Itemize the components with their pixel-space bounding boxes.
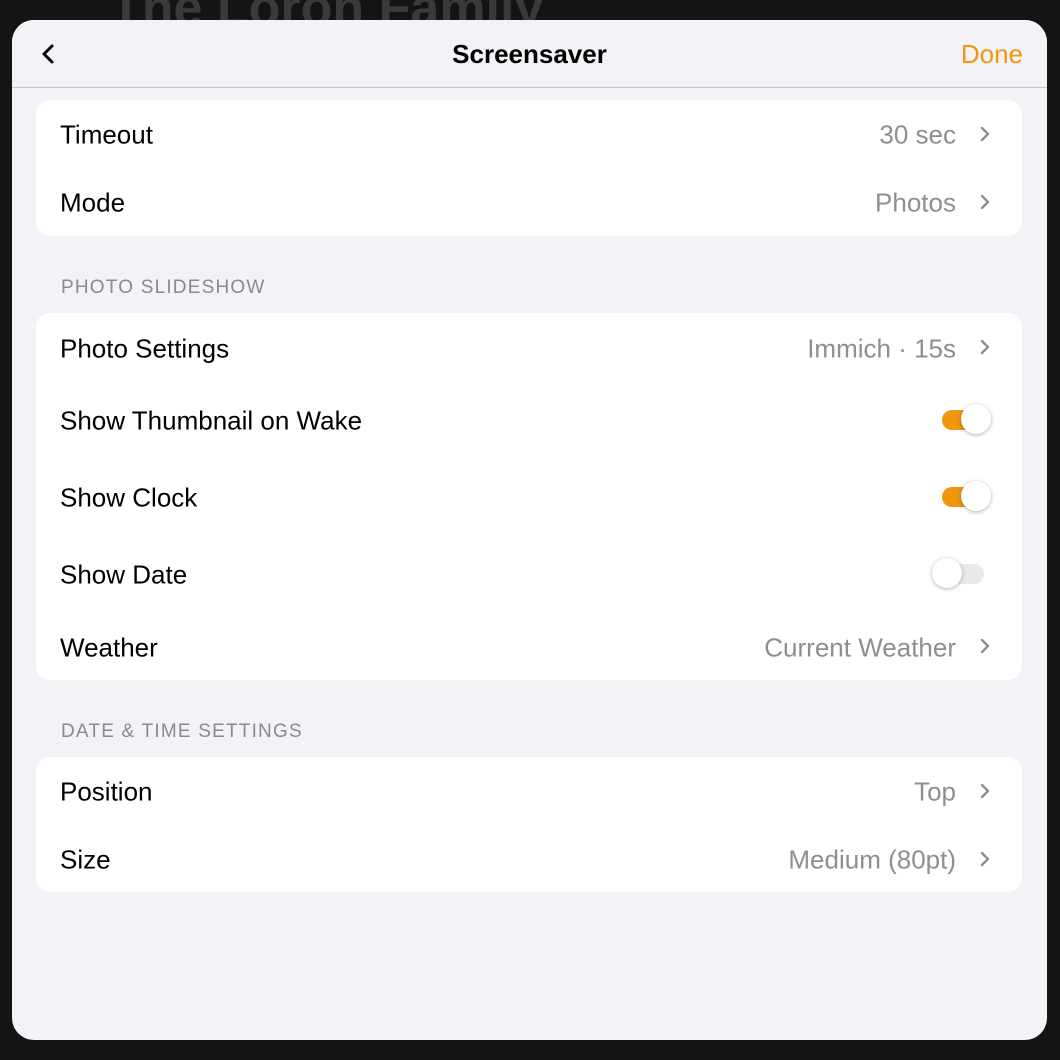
mode-label: Mode [60,187,126,218]
chevron-right-icon [980,339,990,355]
toggle-knob [961,481,991,511]
chevron-right-icon [980,194,990,210]
photo-slideshow-header: PHOTO SLIDESHOW [61,277,266,298]
show-thumbnail-toggle[interactable] [938,402,994,438]
weather-row[interactable]: Weather Current Weather [36,614,1022,680]
show-thumbnail-label: Show Thumbnail on Wake [60,405,363,436]
show-thumbnail-row: Show Thumbnail on Wake [36,383,1022,460]
mode-value: Photos [875,187,956,218]
position-row[interactable]: Position Top [36,757,1022,825]
show-clock-toggle[interactable] [938,479,994,515]
weather-label: Weather [60,632,158,663]
photo-slideshow-group: Photo Settings Immich · 15s Show Thumbna… [36,313,1022,680]
show-date-row: Show Date [36,537,1022,614]
toggle-knob [932,558,962,588]
timeout-row[interactable]: Timeout 30 sec [36,100,1022,168]
size-row[interactable]: Size Medium (80pt) [36,825,1022,892]
done-button[interactable]: Done [961,39,1023,70]
page-title: Screensaver [452,39,607,69]
position-value: Top [914,776,956,807]
show-clock-label: Show Clock [60,482,198,513]
general-settings-group: Timeout 30 sec Mode Photos [36,100,1022,236]
show-clock-row: Show Clock [36,460,1022,537]
chevron-right-icon [980,851,990,867]
date-time-settings-group: Position Top Size Medium (80pt) [36,757,1022,892]
size-value: Medium (80pt) [788,844,956,875]
date-time-settings-header: DATE & TIME SETTINGS [61,721,303,742]
toggle-knob [961,404,991,434]
chevron-right-icon [980,783,990,799]
show-date-toggle[interactable] [932,556,994,592]
screensaver-settings-sheet: Screensaver Done Timeout 30 sec Mode Pho… [12,20,1047,1040]
show-date-label: Show Date [60,559,188,590]
photo-settings-label: Photo Settings [60,333,230,364]
position-label: Position [60,776,153,807]
timeout-label: Timeout [60,119,153,150]
navigation-bar: Screensaver Done [12,20,1047,88]
photo-settings-value: Immich · 15s [807,333,956,364]
chevron-right-icon [980,126,990,142]
size-label: Size [60,844,111,875]
weather-value: Current Weather [764,632,956,663]
chevron-right-icon [980,638,990,654]
photo-settings-row[interactable]: Photo Settings Immich · 15s [36,313,1022,383]
timeout-value: 30 sec [879,119,956,150]
mode-row[interactable]: Mode Photos [36,168,1022,236]
